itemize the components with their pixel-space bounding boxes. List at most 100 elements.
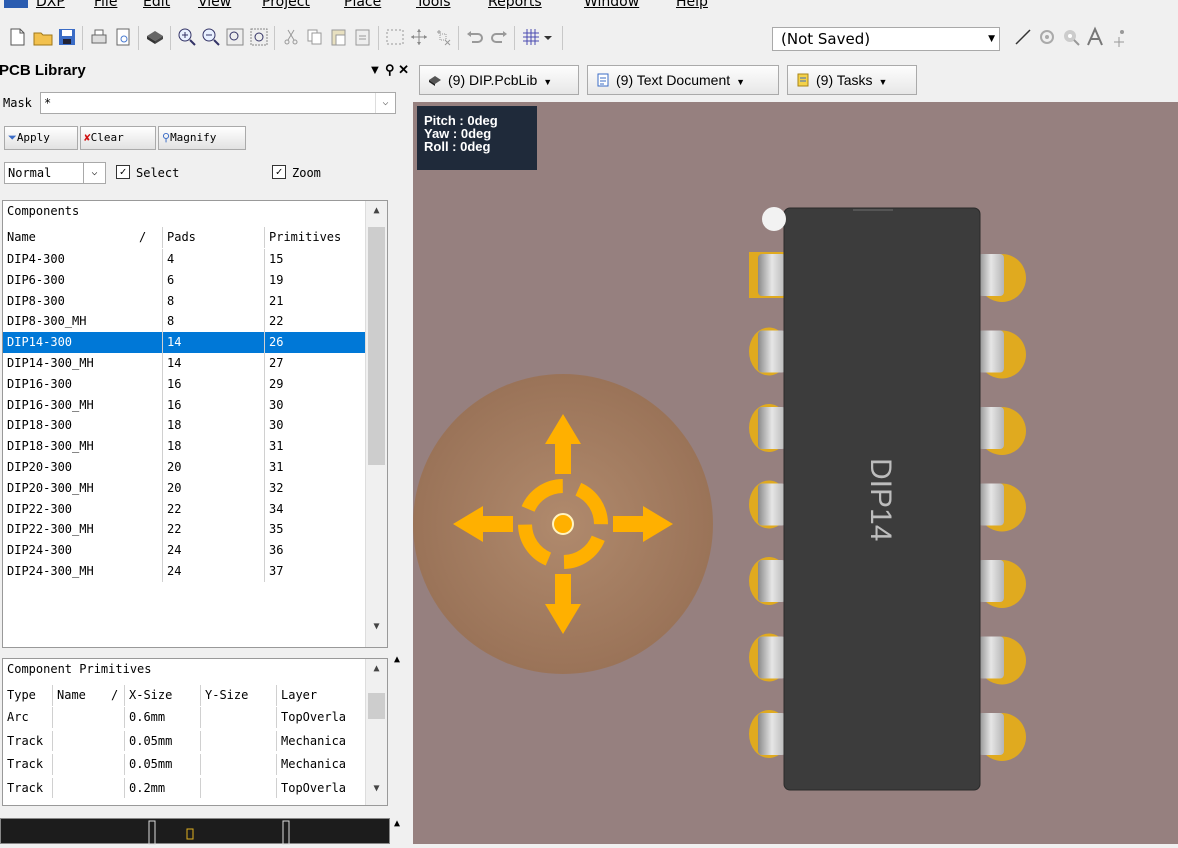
text-tool-icon[interactable] [1084,26,1106,48]
table-row[interactable]: DIP22-300_MH 22 35 [3,519,367,541]
menu-tools[interactable]: Tools [416,0,451,10]
zoom-in-icon[interactable] [176,26,198,48]
menu-dxp[interactable]: DXP [36,0,65,10]
via-tool-icon[interactable] [1060,26,1082,48]
table-row[interactable]: DIP20-300_MH 20 32 [3,477,367,499]
dxp-app-icon[interactable] [4,0,28,8]
chevron-down-icon[interactable]: ⌵ [375,93,395,113]
panel-menu-icon[interactable]: ▼ [368,62,381,77]
zoom-out-icon[interactable] [200,26,222,48]
select-checkbox[interactable]: ✓ [116,165,130,179]
copy-icon[interactable] [304,26,326,48]
column-header-primitive-name[interactable]: Name / [53,685,125,706]
menu-edit[interactable]: Edit [143,0,170,10]
menu-file[interactable]: File [94,0,117,10]
table-row[interactable]: DIP22-300 22 34 [3,498,367,520]
table-row[interactable]: DIP18-300_MH 18 31 [3,436,367,457]
paste-icon[interactable] [328,26,350,48]
close-icon[interactable]: ✕ [398,62,409,77]
3d-view-icon[interactable] [144,26,166,48]
pad-tool-icon[interactable] [1036,26,1058,48]
tab-text-document[interactable]: (9) Text Document ▼ [587,65,779,95]
magnify-button[interactable]: ⚲Magnify [158,126,246,150]
column-header-layer[interactable]: Layer [277,685,367,706]
scroll-thumb[interactable] [368,693,385,719]
tab-dip-pcblib[interactable]: (9) DIP.PcbLib ▼ [419,65,579,95]
text-document-icon [597,73,609,87]
zoom-checkbox[interactable]: ✓ [272,165,286,179]
table-row[interactable]: DIP16-300_MH 16 30 [3,394,367,416]
open-folder-icon[interactable] [32,26,54,48]
grid-icon[interactable] [520,26,542,48]
apply-button[interactable]: ⏷Apply [4,126,78,150]
menu-help[interactable]: Help [676,0,708,10]
chevron-down-icon[interactable]: ▼ [736,77,745,87]
save-icon[interactable] [56,26,78,48]
pcb-3d-view[interactable]: DIP14 Pitch : 0deg Yaw : 0deg Roll : 0de… [413,102,1178,844]
table-row[interactable]: DIP24-300_MH 24 37 [3,561,367,582]
menu-view[interactable]: View [198,0,231,10]
zoom-selected-icon[interactable] [248,26,270,48]
table-row[interactable]: Track 0.2mm TopOverla [3,777,367,799]
scroll-down-icon[interactable]: ▼ [366,783,387,801]
chevron-down-icon[interactable]: ⌵ [83,163,105,183]
chevron-down-icon[interactable]: ▼ [988,28,995,50]
chevron-down-icon[interactable]: ▼ [543,77,552,87]
column-header-type[interactable]: Type [3,685,53,706]
table-row[interactable]: DIP8-300_MH 8 22 [3,311,367,333]
table-row[interactable]: DIP16-300 16 29 [3,373,367,395]
table-row[interactable]: DIP24-300 24 36 [3,540,367,561]
column-header-x-size[interactable]: X-Size [125,685,201,706]
pin-icon[interactable]: ⚲ [385,62,395,77]
menu-window[interactable]: Window [584,0,639,10]
column-header-pads[interactable]: Pads [163,227,265,248]
new-document-icon[interactable] [6,26,28,48]
grid-dropdown-icon[interactable] [542,26,554,48]
scroll-up-icon[interactable]: ▲ [366,663,387,681]
view-rotation-sphere[interactable] [413,374,713,674]
chevron-down-icon[interactable]: ▼ [879,77,888,87]
menu-place[interactable]: Place [344,0,381,10]
undo-icon[interactable] [464,26,486,48]
menu-reports[interactable]: Reports [488,0,542,10]
column-header-name[interactable]: Name / [3,227,163,248]
scroll-down-icon[interactable]: ▼ [366,621,387,639]
table-row[interactable]: DIP4-300 4 15 [3,249,367,270]
print-icon[interactable] [88,26,110,48]
table-row[interactable]: DIP20-300 20 31 [3,457,367,478]
table-row[interactable]: DIP14-300 14 26 [3,332,367,353]
scroll-up-icon[interactable]: ▲ [366,205,387,223]
document-state-combo[interactable]: (Not Saved) ▼ [772,27,1000,51]
dip14-component[interactable]: DIP14 [749,207,1026,791]
column-header-primitives[interactable]: Primitives [265,227,367,248]
menu-project[interactable]: Project [262,0,310,10]
cut-icon[interactable] [280,26,302,48]
table-row[interactable]: Track 0.05mm Mechanica [3,730,367,752]
splitter-up-icon[interactable]: ▲ [394,818,400,829]
table-row[interactable]: DIP18-300 18 30 [3,415,367,437]
table-row[interactable]: DIP6-300 6 19 [3,269,367,291]
mode-select[interactable]: Normal ⌵ [4,162,106,184]
table-row[interactable]: DIP8-300 8 21 [3,290,367,312]
pcb-3d-scene[interactable]: DIP14 [413,102,1178,844]
splitter-up-icon[interactable]: ▲ [394,654,400,665]
table-row[interactable]: DIP14-300_MH 14 27 [3,353,367,374]
zoom-area-icon[interactable] [224,26,246,48]
select-area-icon[interactable] [384,26,406,48]
column-header-y-size[interactable]: Y-Size [201,685,277,706]
redo-icon[interactable] [488,26,510,48]
print-preview-icon[interactable] [112,26,134,48]
scroll-thumb[interactable] [368,227,385,465]
move-icon[interactable] [408,26,430,48]
tab-tasks[interactable]: (9) Tasks ▼ [787,65,917,95]
primitives-scrollbar[interactable]: ▲ ▼ [365,659,387,805]
mask-input[interactable]: * ⌵ [40,92,396,114]
coordinate-tool-icon[interactable] [1108,26,1130,48]
line-tool-icon[interactable] [1012,26,1034,48]
components-scrollbar[interactable]: ▲ ▼ [365,201,387,647]
rubber-stamp-icon[interactable] [352,26,374,48]
clear-button[interactable]: ✘Clear [80,126,156,150]
table-row[interactable]: Track 0.05mm Mechanica [3,754,367,775]
table-row[interactable]: Arc 0.6mm TopOverla [3,707,367,728]
deselect-icon[interactable] [432,26,454,48]
